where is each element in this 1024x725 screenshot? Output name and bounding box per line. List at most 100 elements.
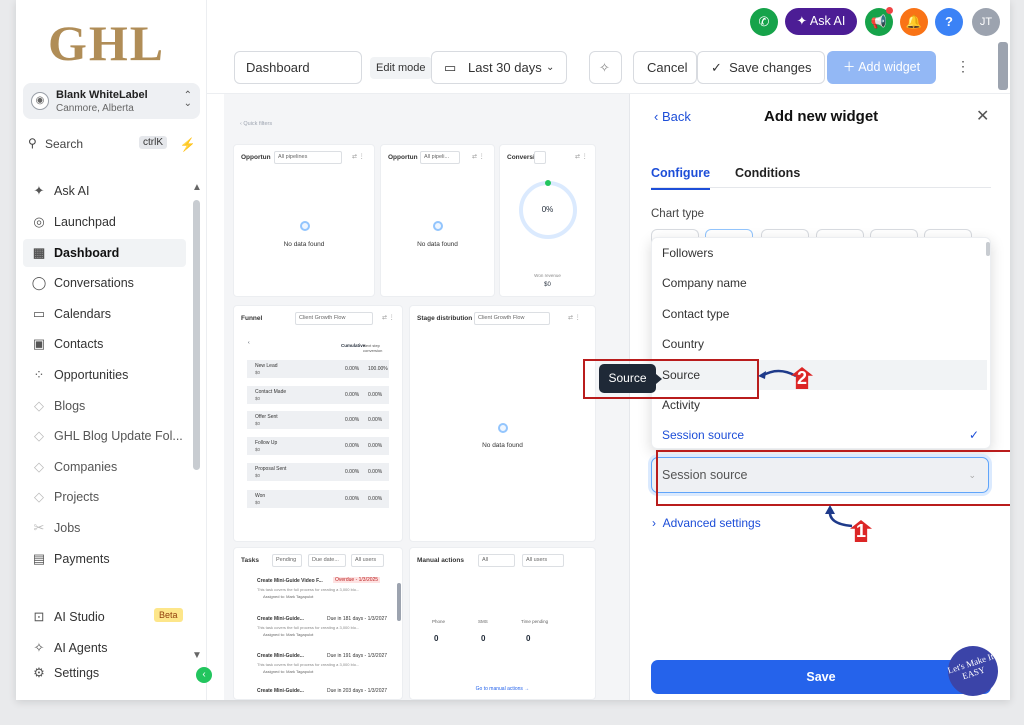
field-dropdown-list: Followers Company name Contact type Coun… (651, 237, 991, 449)
widget-controls-icon[interactable]: ⇄ ⋮ (472, 153, 485, 160)
sidebar-item-ai-studio[interactable]: ⊡ AI Studio Beta (23, 603, 186, 631)
funnel-pipeline-select[interactable]: Client Growth Flow (295, 312, 373, 325)
add-widget-button[interactable]: ＋ Add widget (827, 51, 936, 84)
close-icon[interactable]: ✕ (976, 106, 989, 126)
sidebar-item-conversations[interactable]: ◯ Conversations (23, 269, 186, 297)
manual-user-select[interactable]: All users (522, 554, 564, 567)
option-followers[interactable]: Followers (652, 238, 987, 268)
location-switcher[interactable]: ◉ Blank WhiteLabel Canmore, Alberta ⌃ ⌄ (23, 83, 200, 119)
sidebar-item-opportunities[interactable]: ⁘ Opportunities (23, 361, 186, 389)
sidebar-search[interactable]: ⚲ Search ctrlK (23, 133, 171, 155)
top-bar: ✆ ✦ Ask AI 📢 🔔 ? JT (207, 0, 1010, 42)
ask-ai-button[interactable]: ✦ Ask AI (785, 8, 857, 35)
conversion-widget[interactable]: Conversi ⇄ ⋮ 0% Won revenue $0 (499, 144, 596, 297)
dropdown-scrollbar[interactable] (986, 242, 990, 256)
cumulative-header: Cumulative (341, 343, 366, 348)
stage-distribution-widget[interactable]: Stage distribution Client Growth Flow ⇄ … (409, 305, 596, 542)
bell-icon[interactable]: 🔔 (900, 8, 928, 36)
sidebar-item-projects[interactable]: ◇ Projects (23, 483, 186, 511)
advanced-settings-toggle[interactable]: › Advanced settings (652, 516, 761, 530)
scrollbar-thumb[interactable] (193, 200, 200, 470)
cancel-button[interactable]: Cancel (633, 51, 697, 84)
task-user-select[interactable]: All users (351, 554, 384, 567)
back-button[interactable]: ‹ Back (654, 109, 691, 124)
bolt-icon[interactable]: ⚡ (178, 135, 198, 155)
task-status-select[interactable]: Pending (272, 554, 302, 567)
task-due-select[interactable]: Due date... (308, 554, 346, 567)
sms-count: 0 (481, 634, 486, 643)
option-country[interactable]: Country (652, 329, 987, 359)
funnel-row: Proposal Sent $0 0.00% 0.00% (247, 463, 389, 481)
sidebar-item-launchpad[interactable]: ◎ Launchpad (23, 208, 186, 236)
chevron-right-icon: › (652, 516, 663, 530)
funnel-row: New Lead $0 0.00% 100.00% (247, 360, 389, 378)
panel-tabs: Configure Conditions (651, 144, 991, 190)
tasks-widget[interactable]: Tasks Pending Due date... All users Crea… (233, 547, 403, 700)
no-data-text: No data found (482, 442, 523, 449)
collapse-sidebar-icon[interactable]: ‹ (196, 667, 212, 683)
widget-controls-icon[interactable]: ⇄ ⋮ (575, 153, 588, 160)
save-changes-button[interactable]: ✓ Save changes (697, 51, 825, 84)
opportunities-widget-2[interactable]: Opportun All pipeli... ⇄ ⋮ No data found (380, 144, 495, 297)
help-icon[interactable]: ? (935, 8, 963, 36)
scroll-down-icon[interactable]: ▼ (192, 650, 202, 661)
funnel-row: Contact Made $0 0.00% 0.00% (247, 386, 389, 404)
page-scrollbar[interactable] (998, 42, 1008, 90)
opportunities-widget-1[interactable]: Opportun All pipelines ⇄ ⋮ No data found (233, 144, 375, 297)
no-data-text: No data found (417, 241, 458, 248)
quick-filters-link[interactable]: ‹ Quick filters (240, 121, 272, 127)
funnel-row: Won $0 0.00% 0.00% (247, 490, 389, 508)
option-company-name[interactable]: Company name (652, 268, 987, 298)
sidebar-item-ask-ai[interactable]: ✦ Ask AI (23, 177, 186, 205)
funnel-widget[interactable]: Funnel Client Growth Flow ⇄ ⋮ ‹ Cumulati… (233, 305, 403, 542)
won-revenue-label: Won revenue (534, 273, 561, 278)
megaphone-icon[interactable]: 📢 (865, 7, 893, 36)
magic-wand-icon[interactable]: ✧ (589, 51, 622, 84)
sidebar-item-blogs[interactable]: ◇ Blogs (23, 392, 186, 420)
pipeline-select[interactable]: All pipeli... (420, 151, 460, 164)
sidebar-item-jobs[interactable]: ✂ Jobs (23, 514, 186, 542)
pipeline-select[interactable]: All pipelines (274, 151, 342, 164)
tab-configure[interactable]: Configure (651, 166, 711, 190)
sidebar-item-ai-agents[interactable]: ✧ AI Agents (23, 634, 186, 662)
widget-controls-icon[interactable]: ⇄ ⋮ (352, 153, 365, 160)
location-city: Canmore, Alberta (56, 103, 134, 114)
sidebar-item-dashboard[interactable]: ▦ Dashboard (23, 239, 186, 267)
sidebar-item-calendars[interactable]: ▭ Calendars (23, 300, 186, 328)
notification-dot (886, 7, 893, 14)
rocket-icon: ◎ (33, 214, 45, 229)
sidebar-scrollbar[interactable]: ▲ ▼ (192, 182, 202, 662)
sidebar-item-ghl-blog-update[interactable]: ◇ GHL Blog Update Fol... (23, 422, 186, 450)
won-revenue-value: $0 (544, 282, 551, 288)
option-contact-type[interactable]: Contact type (652, 299, 987, 329)
tab-conditions[interactable]: Conditions (735, 166, 800, 180)
manual-actions-link[interactable]: Go to manual actions → (410, 686, 595, 692)
widget-controls-icon[interactable]: ⇄ ⋮ (382, 314, 395, 321)
conversion-value: 0% (541, 205, 554, 214)
manual-actions-widget[interactable]: Manual actions All All users Phone SMS T… (409, 547, 596, 700)
save-button[interactable]: Save (651, 660, 991, 694)
user-avatar[interactable]: JT (972, 8, 1000, 36)
more-menu-icon[interactable]: ⋮ (956, 58, 970, 75)
sms-label: SMS (478, 619, 488, 624)
sidebar-item-settings[interactable]: ⚙ Settings (23, 659, 186, 687)
stage-pipeline-select[interactable]: Client Growth Flow (474, 312, 550, 325)
tasks-scrollbar[interactable] (397, 583, 401, 621)
sparkle-icon: ✦ (33, 183, 45, 198)
receipt-icon: ▤ (32, 551, 46, 566)
chevron-left-icon[interactable]: ‹ (248, 340, 250, 346)
widget-controls-icon[interactable]: ⇄ ⋮ (568, 314, 581, 321)
grid-icon: ▦ (32, 245, 46, 260)
date-range-picker[interactable]: ▭ Last 30 days ⌄ (431, 51, 567, 84)
sidebar-item-contacts[interactable]: ▣ Contacts (23, 330, 186, 358)
sparkle-icon: ✦ (796, 14, 810, 28)
scroll-up-icon[interactable]: ▲ (192, 182, 202, 193)
sidebar-item-payments[interactable]: ▤ Payments (23, 545, 186, 573)
manual-type-select[interactable]: All (478, 554, 515, 567)
option-session-source[interactable]: Session source ✓ (652, 420, 987, 450)
dashboard-name-field[interactable]: Dashboard (234, 51, 362, 84)
opportunities-icon: ⁘ (33, 367, 45, 382)
conversion-select[interactable] (534, 151, 546, 164)
phone-icon[interactable]: ✆ (750, 8, 778, 36)
sidebar-item-companies[interactable]: ◇ Companies (23, 453, 186, 481)
